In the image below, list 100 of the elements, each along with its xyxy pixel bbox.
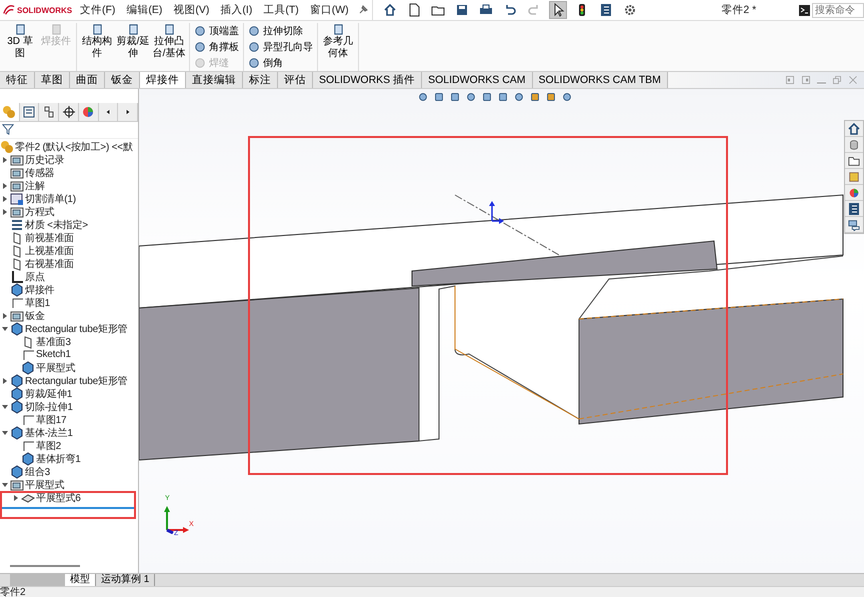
expand-arrow-icon[interactable] — [2, 208, 8, 214]
menu-item[interactable]: 文件(F) — [75, 3, 120, 17]
list-icon — [22, 105, 36, 119]
home-button[interactable] — [845, 121, 863, 137]
color-wheel-icon — [81, 105, 96, 119]
collapse-arrow-icon[interactable] — [2, 430, 8, 436]
menu-item[interactable]: 插入(I) — [215, 3, 258, 17]
ribbon-button[interactable]: 拉伸切除 — [248, 23, 313, 38]
ribbon-button[interactable]: 倒角 — [248, 55, 313, 70]
file-explorer-button[interactable] — [845, 153, 863, 169]
menu-item[interactable]: 视图(V) — [168, 3, 214, 17]
tree-item[interactable]: 草图17 — [36, 412, 66, 426]
expand-arrow-icon[interactable] — [2, 378, 8, 384]
tree-item[interactable]: 草图2 — [36, 438, 61, 452]
menu-item[interactable]: 编辑(E) — [121, 3, 168, 17]
tree-item[interactable]: 草图1 — [25, 296, 50, 310]
tool-icon — [126, 23, 140, 36]
ribbon-button[interactable]: 拉伸凸台/基体 — [152, 23, 186, 71]
expand-arrow-icon[interactable] — [2, 182, 8, 188]
tree-item[interactable]: 切割清单(1) — [25, 192, 76, 206]
tree-item[interactable]: 右视基准面 — [25, 256, 74, 270]
tree-item[interactable]: 注解 — [25, 178, 45, 192]
tree-item[interactable]: 材质 <未指定> — [25, 218, 88, 232]
tree-item[interactable]: 钣金 — [25, 308, 45, 322]
ribbon-tab[interactable]: 焊接件 — [140, 72, 186, 88]
design-library-button[interactable] — [845, 137, 863, 153]
tool-icon — [194, 56, 206, 68]
collapse-arrow-icon[interactable] — [2, 326, 8, 332]
display-tab[interactable] — [78, 103, 99, 121]
tool-icon — [90, 23, 104, 36]
pin-icon[interactable] — [358, 5, 368, 15]
tree-item[interactable]: 切除-拉伸1 — [25, 400, 73, 414]
select-button[interactable] — [548, 1, 567, 19]
tree-item[interactable]: 基准面3 — [36, 334, 71, 348]
tree-item[interactable]: 前视基准面 — [25, 230, 74, 244]
chat-icon — [848, 218, 860, 230]
feature-icon — [10, 282, 24, 296]
model-tab[interactable]: 模型 — [65, 574, 96, 586]
folder-icon — [10, 178, 24, 192]
home-icon — [382, 3, 397, 17]
table-icon — [10, 192, 24, 206]
tree-item[interactable]: 传感器 — [25, 166, 54, 180]
tool-icon — [332, 23, 344, 36]
configuration-tab[interactable] — [39, 103, 60, 121]
tree-item[interactable]: 历史记录 — [25, 152, 64, 166]
tree-item[interactable]: 剪裁/延伸1 — [25, 386, 72, 400]
appearances-button[interactable] — [845, 185, 863, 201]
menu-item[interactable]: 工具(T) — [258, 3, 304, 17]
search-field[interactable]: 搜索命令 — [812, 2, 864, 18]
tree-item[interactable]: Sketch1 — [36, 349, 71, 360]
tree-item[interactable]: 平展型式6 — [36, 490, 81, 504]
ribbon-button[interactable]: 参考几何体 — [321, 23, 355, 71]
expand-arrow-icon[interactable] — [2, 196, 8, 202]
collapse-arrow-icon[interactable] — [2, 404, 8, 410]
tree-item[interactable]: 基体-法兰1 — [25, 426, 73, 440]
ribbon-button[interactable]: 异型孔向导 — [248, 39, 313, 54]
crosshair-icon — [62, 105, 76, 119]
tree-item[interactable]: 平展型式 — [25, 478, 64, 492]
feature-icon — [10, 400, 24, 414]
tree-item[interactable]: Rectangular tube矩形管 — [25, 374, 128, 388]
tree-root[interactable]: 零件2 (默认<按加工>) <<默 — [15, 140, 133, 154]
tool-icon — [14, 23, 26, 36]
tool-icon — [248, 56, 260, 68]
forum-button[interactable] — [845, 217, 863, 233]
folder-icon — [10, 152, 24, 166]
custom-properties-button[interactable] — [845, 201, 863, 217]
restore-icon — [832, 75, 842, 85]
menu-item[interactable]: 窗口(W) — [304, 3, 354, 17]
expand-arrow-icon[interactable] — [2, 156, 8, 162]
collapse-arrow-icon[interactable] — [2, 482, 8, 488]
ribbon-button[interactable]: 角撑板 — [194, 39, 239, 54]
sketch-icon — [21, 438, 35, 452]
scrollbar[interactable] — [10, 565, 80, 567]
logo-icon — [3, 4, 15, 16]
folder-icon — [10, 204, 24, 218]
tree-item[interactable]: 组合3 — [25, 464, 50, 478]
tool-icon — [162, 23, 176, 36]
expand-arrow-icon[interactable] — [13, 494, 19, 500]
tree-item[interactable]: 基体折弯1 — [36, 452, 81, 466]
ribbon-button[interactable]: 3D 草图 — [3, 23, 37, 71]
tree-item[interactable]: 上视基准面 — [25, 244, 74, 258]
tree-item[interactable]: 方程式 — [25, 204, 54, 218]
view-palette-button[interactable] — [845, 169, 863, 185]
ribbon-button[interactable]: 剪裁/延伸 — [116, 23, 150, 71]
home-icon — [847, 122, 861, 136]
tree-item[interactable]: 原点 — [25, 270, 45, 284]
folder-icon — [10, 166, 24, 180]
ribbon-button[interactable]: 结构构件 — [80, 23, 114, 71]
status-text: 零件2 — [0, 586, 864, 597]
tree-item[interactable]: Rectangular tube矩形管 — [25, 322, 128, 336]
ribbon-button[interactable]: 顶端盖 — [194, 23, 239, 38]
dimxpert-tab[interactable] — [59, 103, 79, 121]
part-icon — [2, 105, 16, 119]
tree-item[interactable]: 平展型式 — [36, 360, 76, 374]
property-manager-tab[interactable] — [20, 103, 40, 121]
part-icon — [0, 140, 14, 154]
feature-icon — [10, 464, 24, 478]
expand-arrow-icon[interactable] — [2, 312, 8, 318]
tool-icon — [50, 23, 62, 36]
tree-item[interactable]: 焊接件 — [25, 282, 54, 296]
